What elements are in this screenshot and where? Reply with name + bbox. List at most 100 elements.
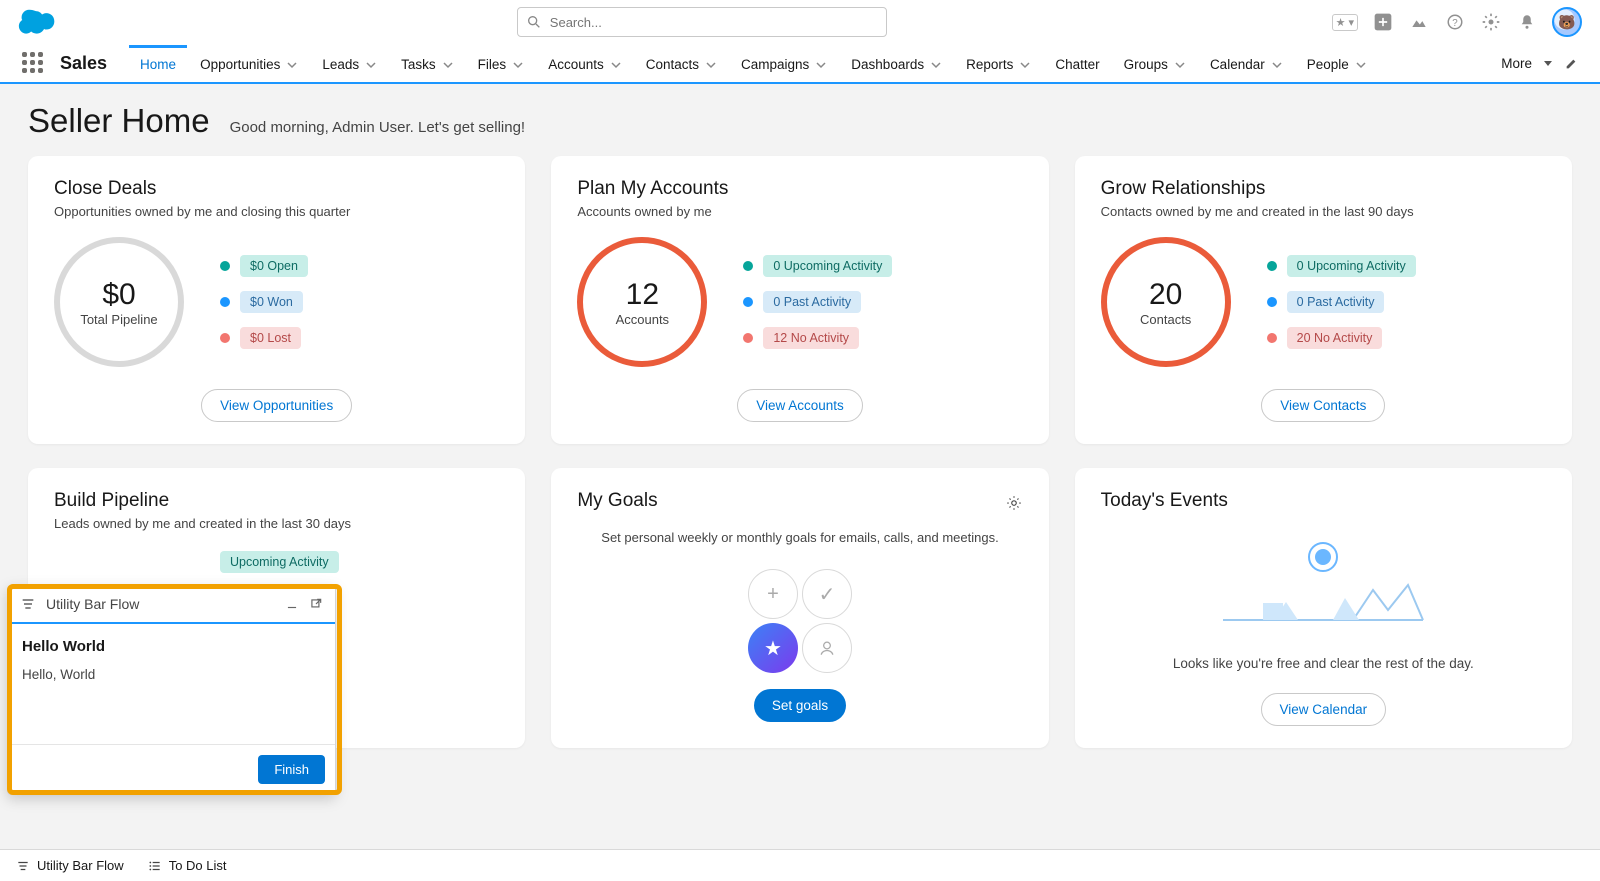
badge-lost: $0 Lost [220, 327, 308, 349]
page-title: Seller Home [28, 102, 210, 140]
add-icon[interactable] [1372, 11, 1394, 33]
nav-item-leads[interactable]: Leads [311, 45, 388, 81]
finish-button[interactable]: Finish [258, 755, 325, 784]
plus-icon[interactable]: + [748, 569, 798, 619]
nav-item-contacts[interactable]: Contacts [635, 45, 728, 81]
badge-none: 20 No Activity [1267, 327, 1416, 349]
badge-upcoming: 0 Upcoming Activity [1267, 255, 1416, 277]
badge-label: $0 Won [240, 291, 303, 313]
nav-label: Reports [966, 57, 1013, 72]
nav-item-accounts[interactable]: Accounts [537, 45, 633, 81]
star-icon[interactable]: ★ [748, 623, 798, 673]
nav-item-opportunities[interactable]: Opportunities [189, 45, 309, 81]
chevron-down-icon [1271, 59, 1283, 71]
chevron-down-icon [1174, 59, 1186, 71]
card-todays-events: Today's Events Looks like you're free an… [1075, 468, 1572, 748]
card-title: Plan My Accounts [577, 178, 1022, 200]
nav-more[interactable]: More [1501, 55, 1580, 71]
view-accounts-button[interactable]: View Accounts [737, 389, 863, 422]
help-icon[interactable]: ? [1444, 11, 1466, 33]
nav-label: Chatter [1055, 57, 1099, 72]
setup-gear-icon[interactable] [1480, 11, 1502, 33]
search-icon [526, 14, 542, 30]
view-opportunities-button[interactable]: View Opportunities [201, 389, 352, 422]
chevron-down-icon [512, 59, 524, 71]
badge-none: 12 No Activity [743, 327, 892, 349]
utility-bar: Utility Bar Flow To Do List [0, 849, 1600, 881]
global-search [517, 7, 887, 37]
badge-won: $0 Won [220, 291, 308, 313]
nav-item-dashboards[interactable]: Dashboards [840, 45, 953, 81]
header-actions: ★▾ ? 🐻 [1332, 7, 1582, 37]
chevron-down-icon [286, 59, 298, 71]
badge-label: Upcoming Activity [220, 551, 339, 573]
badge-label: 0 Upcoming Activity [763, 255, 892, 277]
nav-item-chatter[interactable]: Chatter [1044, 45, 1110, 81]
more-label: More [1501, 56, 1532, 71]
nav-label: Accounts [548, 57, 604, 72]
favorites-button[interactable]: ★▾ [1332, 14, 1358, 31]
utility-bar-flow-item[interactable]: Utility Bar Flow [16, 858, 124, 873]
flow-popover-body: Hello World Hello, World [8, 624, 335, 744]
nav-item-calendar[interactable]: Calendar [1199, 45, 1294, 81]
card-subtitle: Accounts owned by me [577, 204, 1022, 219]
search-input[interactable] [517, 7, 887, 37]
badge-past: 0 Past Activity [743, 291, 892, 313]
nav-item-reports[interactable]: Reports [955, 45, 1042, 81]
flow-heading: Hello World [22, 638, 321, 655]
nav-item-campaigns[interactable]: Campaigns [730, 45, 838, 81]
card-plan-accounts: Plan My Accounts Accounts owned by me 12… [551, 156, 1048, 444]
nav-item-home[interactable]: Home [129, 45, 187, 81]
ring-value: 20 [1149, 278, 1182, 312]
nav-item-files[interactable]: Files [467, 45, 536, 81]
global-header: ★▾ ? 🐻 [0, 0, 1600, 44]
utility-bar-todo-item[interactable]: To Do List [148, 858, 227, 873]
badge-past: 0 Past Activity [1267, 291, 1416, 313]
pipeline-ring: $0 Total Pipeline [54, 237, 184, 367]
accounts-ring: 12 Accounts [577, 237, 707, 367]
chevron-down-icon [610, 59, 622, 71]
card-title: Close Deals [54, 178, 499, 200]
chevron-down-icon [365, 59, 377, 71]
avatar[interactable]: 🐻 [1552, 7, 1582, 37]
card-title: Today's Events [1101, 490, 1546, 512]
view-calendar-button[interactable]: View Calendar [1261, 693, 1387, 726]
goals-icons: + ✓ ★ [745, 569, 855, 673]
nav-label: Home [140, 57, 176, 72]
salesforce-logo[interactable] [18, 7, 62, 37]
badge-open: $0 Open [220, 255, 308, 277]
utility-label: Utility Bar Flow [37, 858, 124, 873]
nav-item-people[interactable]: People [1296, 45, 1378, 81]
svg-text:?: ? [1452, 18, 1458, 29]
nav-item-tasks[interactable]: Tasks [390, 45, 465, 81]
nav-label: Campaigns [741, 57, 809, 72]
set-goals-button[interactable]: Set goals [754, 689, 846, 722]
person-icon[interactable] [802, 623, 852, 673]
nav-label: Opportunities [200, 57, 280, 72]
nav-label: People [1307, 57, 1349, 72]
badge-label: 0 Past Activity [763, 291, 861, 313]
flow-popover: Utility Bar Flow Hello World Hello, Worl… [7, 585, 336, 795]
settings-gear-icon[interactable] [1005, 494, 1023, 512]
app-launcher-icon[interactable] [22, 52, 44, 74]
goals-subtitle: Set personal weekly or monthly goals for… [577, 530, 1022, 545]
badge-label: $0 Lost [240, 327, 301, 349]
card-subtitle: Contacts owned by me and created in the … [1101, 204, 1546, 219]
events-message: Looks like you're free and clear the res… [1101, 656, 1546, 671]
card-subtitle: Leads owned by me and created in the las… [54, 516, 499, 531]
chevron-down-icon [442, 59, 454, 71]
popout-icon[interactable] [309, 597, 323, 611]
check-icon[interactable]: ✓ [802, 569, 852, 619]
trailhead-icon[interactable] [1408, 11, 1430, 33]
card-title: My Goals [577, 490, 657, 512]
popover-title: Utility Bar Flow [46, 596, 275, 612]
notifications-bell-icon[interactable] [1516, 11, 1538, 33]
edit-pencil-icon[interactable] [1564, 55, 1580, 71]
nav-label: Groups [1124, 57, 1168, 72]
nav-bar: Sales Home Opportunities Leads Tasks Fil… [0, 44, 1600, 84]
view-contacts-button[interactable]: View Contacts [1261, 389, 1385, 422]
nav-item-groups[interactable]: Groups [1113, 45, 1197, 81]
nav-label: Leads [322, 57, 359, 72]
minimize-icon[interactable] [285, 597, 299, 611]
badge-upcoming: 0 Upcoming Activity [743, 255, 892, 277]
